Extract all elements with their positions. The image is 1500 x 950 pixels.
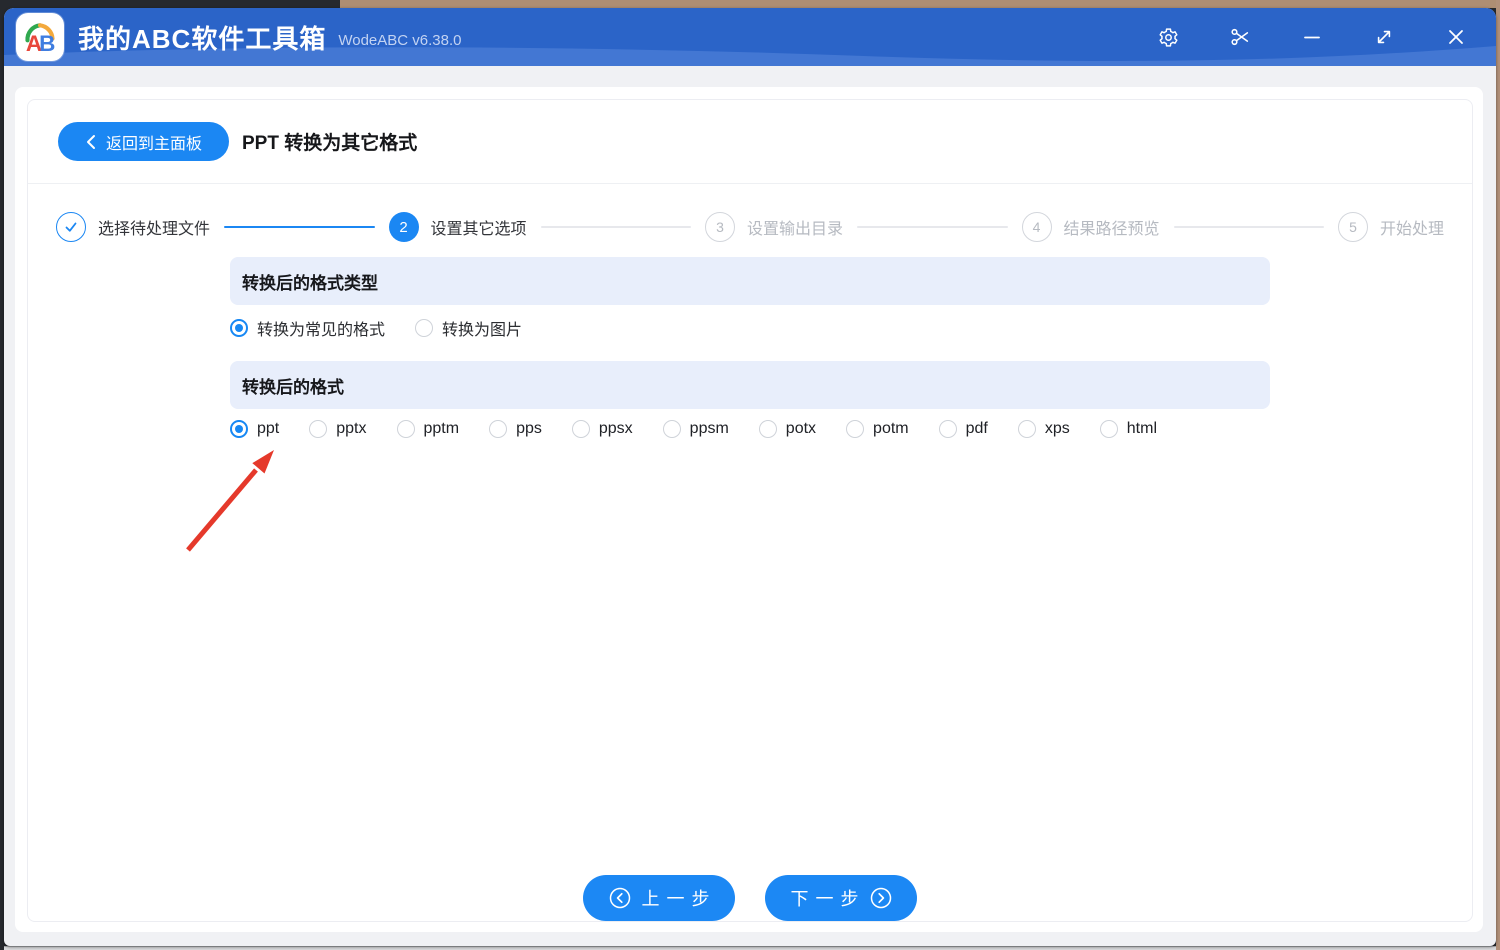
radio-unselected-icon [1017, 420, 1036, 438]
app-title: 我的ABC软件工具箱 [78, 23, 327, 54]
radio-selected-icon [230, 319, 248, 337]
radio-format-pps[interactable]: pps [489, 420, 542, 438]
scissors-icon[interactable] [1228, 25, 1252, 49]
titlebar: A B 我的ABC软件工具箱 WodeABC v6.38.0 [4, 8, 1496, 66]
step-connector [1173, 226, 1324, 228]
step-4-number: 4 [1021, 212, 1052, 242]
circle-chevron-right-icon [870, 887, 891, 909]
radio-selected-icon [230, 420, 248, 438]
step-3-number: 3 [705, 212, 735, 242]
app-version: WodeABC v6.38.0 [338, 31, 462, 49]
section-format-title: 转换后的格式 [242, 377, 344, 397]
app-window: A B 我的ABC软件工具箱 WodeABC v6.38.0 返回到主面板 PP… [4, 8, 1496, 946]
step-5-number: 5 [1338, 212, 1368, 242]
format-type-radio-group: 转换为常见的格式 转换为图片 [230, 316, 1270, 340]
section-format-header: 转换后的格式 [230, 361, 1270, 409]
step-4-path-preview: 4 结果路径预览 [1021, 212, 1160, 242]
options-content: 转换后的格式类型 转换为常见的格式 转换为图片 转换后的格式 ppt pptx … [230, 257, 1270, 438]
radio-format-xps[interactable]: xps [1017, 420, 1070, 438]
previous-step-button[interactable]: 上一步 [583, 875, 735, 921]
radio-unselected-icon [758, 420, 777, 438]
step-connector-active [224, 226, 375, 228]
desktop-edge-right [1496, 0, 1500, 950]
content-panel: 返回到主面板 PPT 转换为其它格式 选择待处理文件 2 设置其它选项 3 设置… [27, 99, 1473, 922]
section-format-type-header: 转换后的格式类型 [230, 257, 1270, 305]
step-5-label: 开始处理 [1380, 221, 1445, 238]
svg-text:B: B [39, 31, 55, 56]
chevron-left-icon [86, 134, 95, 149]
step-3-output-dir: 3 设置输出目录 [705, 212, 843, 242]
circle-chevron-left-icon [609, 887, 630, 909]
desktop-edge-bottom [4, 946, 1496, 950]
radio-unselected-icon [938, 420, 957, 438]
back-to-dashboard-button[interactable]: 返回到主面板 [58, 122, 229, 161]
radio-unselected-icon [1099, 420, 1118, 438]
radio-format-pptm[interactable]: pptm [396, 420, 459, 438]
step-2-label: 设置其它选项 [430, 221, 527, 238]
radio-unselected-icon [396, 420, 415, 438]
radio-format-ppsx[interactable]: ppsx [571, 420, 633, 438]
check-icon [65, 222, 77, 232]
step-5-start: 5 开始处理 [1338, 212, 1444, 242]
panel-header: 返回到主面板 PPT 转换为其它格式 [28, 100, 1472, 184]
step-4-label: 结果路径预览 [1063, 221, 1160, 238]
radio-format-ppsm[interactable]: ppsm [662, 420, 729, 438]
back-button-label: 返回到主面板 [105, 135, 202, 153]
desktop-edge-top [340, 0, 1496, 8]
step-indicator: 选择待处理文件 2 设置其它选项 3 设置输出目录 4 结果路径预览 5 开始处… [28, 184, 1472, 242]
titlebar-actions [1156, 25, 1476, 49]
page-title: PPT 转换为其它格式 [242, 133, 418, 154]
minimize-icon[interactable] [1300, 25, 1324, 49]
step-connector [857, 226, 1008, 228]
app-logo: A B [16, 13, 64, 61]
step-1-select-files: 选择待处理文件 [56, 212, 210, 242]
resize-expand-icon[interactable] [1372, 25, 1396, 49]
radio-format-potm[interactable]: potm [846, 420, 909, 438]
radio-format-pptx[interactable]: pptx [309, 420, 367, 438]
step-connector [540, 226, 691, 228]
step-2-options: 2 设置其它选项 [388, 212, 527, 242]
next-step-button[interactable]: 下一步 [765, 875, 917, 921]
radio-unselected-icon [846, 420, 865, 438]
format-radio-group: ppt pptx pptm pps ppsx ppsm potx potm pd… [230, 420, 1270, 438]
radio-unselected-icon [662, 420, 681, 438]
abc-logo-icon: A B [25, 23, 55, 56]
close-icon[interactable] [1444, 25, 1468, 49]
radio-unselected-icon [415, 319, 434, 337]
step-2-number: 2 [388, 212, 419, 242]
radio-to-image[interactable]: 转换为图片 [415, 316, 522, 340]
radio-common-format[interactable]: 转换为常见的格式 [230, 316, 385, 340]
radio-unselected-icon [571, 420, 590, 438]
radio-format-pdf[interactable]: pdf [938, 420, 988, 438]
section-format-type-title: 转换后的格式类型 [242, 273, 378, 293]
step-1-check-circle [56, 212, 86, 242]
radio-unselected-icon [489, 420, 508, 438]
main-card: 返回到主面板 PPT 转换为其它格式 选择待处理文件 2 设置其它选项 3 设置… [15, 87, 1483, 932]
radio-format-ppt[interactable]: ppt [230, 420, 279, 438]
step-1-label: 选择待处理文件 [98, 221, 211, 238]
radio-format-potx[interactable]: potx [758, 420, 816, 438]
step-3-label: 设置输出目录 [747, 221, 844, 238]
footer-actions: 上一步 下一步 [28, 875, 1472, 921]
settings-gear-icon[interactable] [1156, 25, 1180, 49]
radio-format-html[interactable]: html [1099, 420, 1157, 438]
radio-unselected-icon [309, 420, 328, 438]
